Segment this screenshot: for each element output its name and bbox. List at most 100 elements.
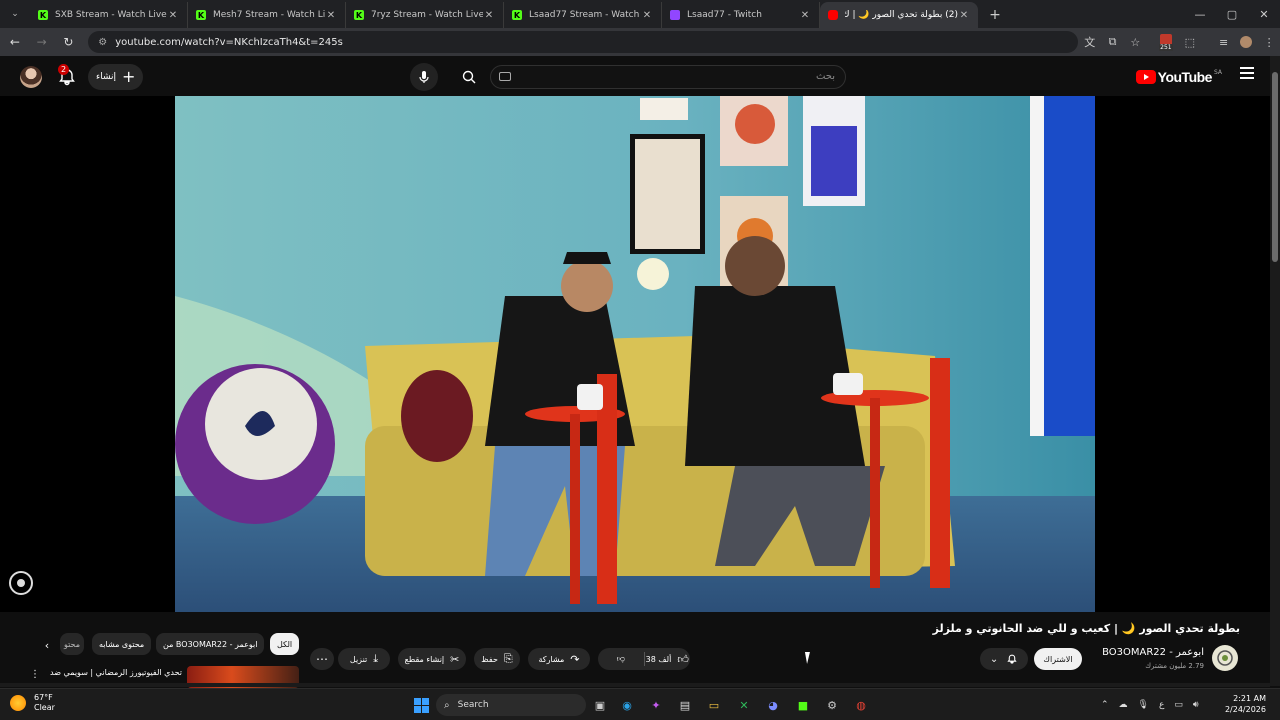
cloud-icon[interactable]: ☁ bbox=[1119, 700, 1128, 710]
site-info-icon[interactable]: ⚙ bbox=[98, 37, 107, 48]
browser-tab[interactable]: K Mesh7 Stream - Watch Live on ✕ bbox=[188, 2, 346, 28]
tab-title: (2) بطولة تحدي الصور 🌙 | ك bbox=[845, 10, 958, 20]
mouse-cursor bbox=[804, 652, 813, 664]
like-button[interactable]: 38 ألف 👍︎ bbox=[645, 648, 691, 670]
kick-icon: K bbox=[512, 10, 522, 20]
taskbar-search[interactable]: ⌕ Search bbox=[436, 694, 586, 716]
search-button[interactable] bbox=[455, 65, 483, 89]
channel-watermark-icon[interactable] bbox=[8, 570, 34, 596]
chip-all[interactable]: الكل bbox=[270, 633, 300, 655]
extensions-puzzle-icon[interactable]: ⬚ bbox=[1179, 31, 1201, 53]
close-window-icon[interactable]: ✕ bbox=[1248, 0, 1280, 28]
save-button[interactable]: حفظ ⎘ bbox=[474, 648, 520, 670]
scrollbar-thumb[interactable] bbox=[1272, 72, 1278, 262]
extension-badge: 251 bbox=[1159, 44, 1173, 51]
chrome-icon[interactable]: ◍ bbox=[850, 694, 872, 716]
more-horizontal-icon: ⋯ bbox=[316, 652, 328, 666]
channel-avatar[interactable] bbox=[1212, 645, 1238, 671]
start-button[interactable] bbox=[410, 694, 432, 716]
account-avatar[interactable] bbox=[20, 66, 42, 88]
close-icon[interactable]: ✕ bbox=[958, 10, 970, 21]
close-icon[interactable]: ✕ bbox=[325, 10, 337, 21]
chip-related[interactable]: محتوى مشابه bbox=[92, 633, 152, 655]
video-player[interactable] bbox=[0, 96, 1270, 612]
notification-preferences-button[interactable]: ⌄ bbox=[980, 648, 1028, 670]
clock[interactable]: 2:21 AM 2/24/2026 bbox=[1225, 693, 1266, 715]
minimize-icon[interactable]: — bbox=[1184, 0, 1216, 28]
browser-tab[interactable]: K Lsaad77 Stream - Watch Live o ✕ bbox=[504, 2, 662, 28]
forward-icon[interactable]: → bbox=[30, 30, 54, 54]
bookmark-star-icon[interactable]: ☆ bbox=[1124, 31, 1146, 53]
settings-gear-icon[interactable]: ⚙ bbox=[821, 694, 843, 716]
browser-tab[interactable]: K SXB Stream - Watch Live on Ki ✕ bbox=[30, 2, 188, 28]
close-icon[interactable]: ✕ bbox=[799, 10, 811, 21]
copilot-icon[interactable]: ✦ bbox=[645, 694, 667, 716]
subscribe-button[interactable]: الاشتراك bbox=[1034, 648, 1082, 670]
region-code: SA bbox=[1213, 69, 1222, 76]
search-placeholder: بحث bbox=[815, 71, 835, 82]
guide-menu-icon[interactable] bbox=[1240, 67, 1254, 79]
search-icon: ⌕ bbox=[444, 699, 450, 711]
chevron-up-icon[interactable]: ⌃ bbox=[1101, 700, 1109, 710]
xbox-icon[interactable]: ✕ bbox=[733, 694, 755, 716]
voice-search-button[interactable] bbox=[410, 63, 438, 91]
chrome-menu-icon[interactable]: ⋮ bbox=[1258, 31, 1280, 53]
channel-name[interactable]: ابوعمر - BO3OMAR22 bbox=[1102, 647, 1204, 658]
tab-search-button[interactable]: ⌄ bbox=[6, 5, 24, 23]
notifications-button[interactable]: 2 bbox=[56, 64, 78, 88]
youtube-logo[interactable]: YouTube SA bbox=[1135, 69, 1222, 85]
browser-toolbar: ← → ↻ ⚙ youtube.com/watch?v=NKchIzcaTh4&… bbox=[0, 28, 1280, 56]
extension-icon[interactable]: 251 bbox=[1156, 31, 1178, 53]
kick-icon: K bbox=[38, 10, 48, 20]
microphone-icon[interactable]: 🎙︎ bbox=[1138, 700, 1149, 710]
page-scrollbar[interactable] bbox=[1270, 56, 1280, 686]
horizontal-scrollbar[interactable] bbox=[0, 683, 1270, 687]
clip-button[interactable]: إنشاء مقطع ✂ bbox=[398, 648, 466, 670]
create-button[interactable]: إنشاء + bbox=[88, 64, 144, 90]
weather-widget[interactable]: 67°F Clear bbox=[10, 693, 55, 713]
browser-tab-active[interactable]: (2) بطولة تحدي الصور 🌙 | ك ✕ bbox=[820, 2, 978, 28]
task-view-icon[interactable]: ▣ bbox=[589, 694, 611, 716]
download-button[interactable]: تنزيل ⤓ bbox=[338, 648, 390, 670]
chevron-left-icon[interactable]: ‹ bbox=[38, 636, 56, 654]
translate-icon[interactable]: 文 bbox=[1079, 31, 1101, 53]
install-app-icon[interactable]: ⧉ bbox=[1102, 31, 1124, 53]
input-language[interactable]: ع bbox=[1159, 700, 1164, 710]
scissors-icon: ✂ bbox=[450, 652, 460, 666]
reload-icon[interactable]: ↻ bbox=[57, 30, 81, 54]
close-icon[interactable]: ✕ bbox=[483, 10, 495, 21]
create-label: إنشاء bbox=[96, 72, 117, 82]
search-input[interactable]: بحث bbox=[490, 65, 846, 89]
new-tab-button[interactable]: + bbox=[984, 4, 1006, 26]
volume-icon[interactable]: 🔊︎ bbox=[1193, 700, 1199, 710]
discord-icon[interactable]: ◕ bbox=[762, 694, 784, 716]
taskbar-search-label: Search bbox=[457, 700, 489, 710]
share-label: مشاركة bbox=[538, 654, 565, 664]
address-bar[interactable]: ⚙ youtube.com/watch?v=NKchIzcaTh4&t=245s bbox=[88, 31, 1078, 53]
more-vertical-icon[interactable]: ⋮ bbox=[30, 669, 40, 680]
file-explorer-icon[interactable]: ▭ bbox=[703, 694, 725, 716]
keyboard-icon[interactable] bbox=[499, 72, 511, 81]
chip-from-channel[interactable]: من BO3OMAR22 - ابوعمر bbox=[156, 633, 265, 655]
edge-icon[interactable]: ◉ bbox=[616, 694, 638, 716]
browser-tab[interactable]: K 7ryz Stream - Watch Live on Ki ✕ bbox=[346, 2, 504, 28]
close-icon[interactable]: ✕ bbox=[641, 10, 653, 21]
reading-list-icon[interactable]: ≡ bbox=[1213, 31, 1235, 53]
browser-tab[interactable]: Lsaad77 - Twitch ✕ bbox=[662, 2, 820, 28]
tab-strip: ⌄ K SXB Stream - Watch Live on Ki ✕ K Me… bbox=[0, 0, 1280, 28]
more-actions-button[interactable]: ⋯ bbox=[310, 648, 334, 670]
clock-time: 2:21 AM bbox=[1233, 694, 1266, 703]
like-dislike-group: 👎︎ 38 ألف 👍︎ bbox=[598, 648, 690, 670]
profile-avatar-icon[interactable] bbox=[1235, 31, 1257, 53]
window-controls: — ▢ ✕ bbox=[1184, 0, 1280, 28]
chip-partial[interactable]: محتو bbox=[60, 633, 84, 655]
share-button[interactable]: مشاركة ↷ bbox=[528, 648, 590, 670]
video-title: بطولة تحدي الصور 🌙 | كعيب و للي ضد الحان… bbox=[932, 622, 1240, 635]
store-icon[interactable]: ▤ bbox=[674, 694, 696, 716]
close-icon[interactable]: ✕ bbox=[167, 10, 179, 21]
display-icon[interactable]: ▭ bbox=[1174, 700, 1183, 710]
dislike-button[interactable]: 👎︎ bbox=[598, 648, 644, 670]
maximize-icon[interactable]: ▢ bbox=[1216, 0, 1248, 28]
back-icon[interactable]: ← bbox=[3, 30, 27, 54]
kick-app-icon[interactable]: ■ bbox=[792, 694, 814, 716]
